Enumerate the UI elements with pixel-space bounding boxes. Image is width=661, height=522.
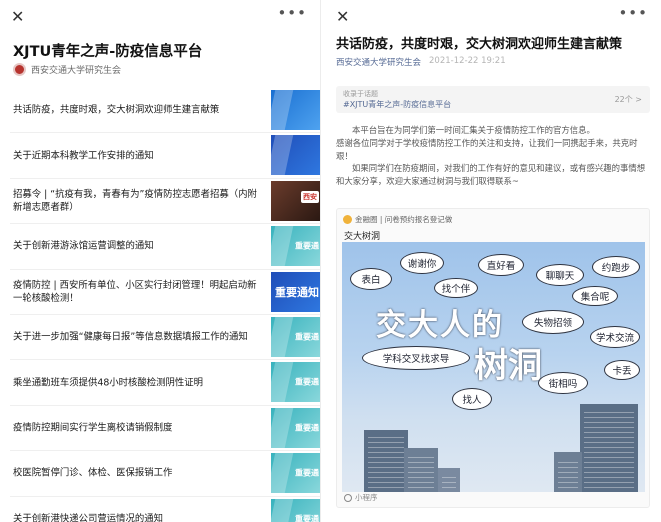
left-topbar: ✕ ••• [0,0,320,34]
thumb-label: 重要通 [295,423,319,433]
building-shape [580,404,638,492]
mini-program-icon [344,493,352,502]
poster-bubble: 集合呢 [572,286,618,306]
list-item-title: 乘坐通勤班车须提供48小时核酸检测阴性证明 [13,377,204,389]
list-item-title: 关于创新港游泳馆运营调整的通知 [13,240,154,252]
building-shape [364,430,408,492]
album-title: XJTU青年之声-防疫信息平台 [13,44,203,60]
list-item[interactable]: 招募令 | “抗疫有我，青春有为”疫情防控志愿者招募（内附新增志愿者群） 西安 [10,179,320,225]
list-item[interactable]: 关于进一步加强“健康每日报”等信息数据填报工作的通知 重要通 [10,315,320,361]
list-item-title: 关于创新港快递公司营运情况的通知 [13,513,164,522]
list-item-thumbnail: 重要通 [271,498,320,522]
list-item-thumbnail: 西安 [271,180,320,221]
list-item-title: 共话防疫，共度时艰，交大树洞欢迎师生建言献策 [13,104,220,116]
album-panel: ✕ ••• XJTU青年之声-防疫信息平台 西安交通大学研究生会 共话防疫，共度… [0,0,321,522]
list-item[interactable]: 疫情防控 | 西安所有单位、小区实行封闭管理！明起启动新一轮核酸检测！ 重要通知 [10,270,320,315]
poster-headline: 树洞 [474,346,542,386]
list-item-thumbnail: 重要通 [271,316,320,357]
article-paragraph: 本平台旨在为同学们第一时间汇集关于疫情防控工作的官方信息。 感谢各位同学对于学校… [336,124,650,163]
close-icon[interactable]: ✕ [336,7,349,26]
poster-bubble: 卡丢 [604,360,640,380]
building-shape [438,468,460,492]
thumb-label: 重要通 [295,514,319,522]
list-item[interactable]: 关于近期本科教学工作安排的通知 [10,133,320,179]
poster-bubble: 找个伴 [434,278,478,298]
poster-bubble: 学术交流 [590,326,640,348]
list-item-title: 疫情防控 | 西安所有单位、小区实行封闭管理！明起启动新一轮核酸检测！ [13,279,257,304]
thumb-label: 重要通 [295,468,319,478]
article-list: 共话防疫，共度时艰，交大树洞欢迎师生建言献策 关于近期本科教学工作安排的通知 招… [0,88,320,522]
thumb-label: 重要通 [295,241,319,251]
list-item-title: 招募令 | “抗疫有我，青春有为”疫情防控志愿者招募（内附新增志愿者群） [13,188,257,213]
card-title: 交大树洞 [344,232,381,242]
poster-bubble: 找人 [452,388,492,410]
list-item-thumbnail [271,90,320,130]
thumb-label: 重要通知 [275,285,319,299]
list-item-title: 校医院暂停门诊、体检、医保报销工作 [13,467,173,479]
article-title: 共话防疫，共度时艰，交大树洞欢迎师生建言献策 [336,37,623,52]
article-date: 2021-12-22 19:21 [429,56,506,66]
close-icon[interactable]: ✕ [11,7,24,26]
poster-bubble: 直好看 [478,254,524,276]
poster-bubble: 表白 [350,268,392,290]
card-poster: 表白 谢谢你 直好看 聊聊天 约跑步 找个伴 集合呢 失物招领 学术交流 学科交… [342,242,645,492]
topic-count: 22个 > [614,95,642,104]
list-item-title: 关于近期本科教学工作安排的通知 [13,150,154,162]
publisher[interactable]: 西安交通大学研究生会 [13,61,121,77]
paragraph-line: 本平台旨在为同学们第一时间汇集关于疫情防控工作的官方信息。 [352,125,595,135]
list-item[interactable]: 关于创新港快递公司营运情况的通知 重要通 [10,497,320,522]
list-item-title: 疫情防控期间实行学生离校请销假制度 [13,422,173,434]
list-item[interactable]: 校医院暂停门诊、体检、医保报销工作 重要通 [10,451,320,497]
list-item[interactable]: 关于创新港游泳馆运营调整的通知 重要通 [10,224,320,270]
more-icon[interactable]: ••• [277,4,307,22]
building-shape [554,452,582,492]
publisher-avatar-icon [13,62,26,76]
list-item-thumbnail: 重要通 [271,226,320,267]
poster-bubble: 失物招领 [522,310,584,334]
list-item-title: 关于进一步加强“健康每日报”等信息数据填报工作的通知 [13,331,248,343]
topic-name: #XJTU青年之声-防疫信息平台 [343,100,452,109]
publisher-name: 西安交通大学研究生会 [31,65,122,76]
topic-label: 收录于话题 [343,90,378,98]
list-item[interactable]: 乘坐通勤班车须提供48小时核酸检测阴性证明 重要通 [10,360,320,406]
thumb-label: 西安 [301,190,319,203]
list-item[interactable]: 疫情防控期间实行学生离校请销假制度 重要通 [10,406,320,452]
list-item-thumbnail: 重要通 [271,407,320,448]
paragraph-line: 感谢各位同学对于学校疫情防控工作的关注和支持，让我们一同携起手来，共克时艰！ [336,138,638,161]
source-logo-icon [343,215,352,224]
list-item-thumbnail: 重要通 [271,453,320,494]
poster-bubble: 约跑步 [592,256,640,278]
article-panel: ✕ ••• 共话防疫，共度时艰，交大树洞欢迎师生建言献策 西安交通大学研究生会 … [325,0,661,522]
card-source-text: 金融圈 | 问卷预约报名登记做 [355,215,453,224]
list-item-thumbnail: 重要通 [271,362,320,403]
mini-program-card[interactable]: 金融圈 | 问卷预约报名登记做 交大树洞 表白 谢谢你 直好看 聊聊天 约跑步 … [336,208,650,508]
more-icon[interactable]: ••• [618,4,648,22]
thumb-label: 重要通 [295,332,319,342]
article-author[interactable]: 西安交通大学研究生会 [336,56,421,68]
article-meta: 西安交通大学研究生会 2021-12-22 19:21 [336,56,506,68]
poster-bubble: 学科交叉找求导 [362,346,470,370]
poster-bubble: 街相吗 [538,372,588,394]
list-item-thumbnail [271,135,320,176]
poster-bubble: 谢谢你 [400,252,444,274]
mini-program-label: 小程序 [344,492,378,503]
article-paragraph: 如果同学们在防疫期间，对我们的工作有好的意见和建议，或有感兴趣的事情想和大家分享… [336,163,646,186]
card-source: 金融圈 | 问卷预约报名登记做 [343,214,452,225]
mini-program-text: 小程序 [355,493,378,502]
building-shape [404,448,438,492]
poster-bubble: 聊聊天 [536,264,584,286]
thumb-label: 重要通 [295,377,319,387]
list-item-thumbnail: 重要通知 [271,271,320,312]
list-item[interactable]: 共话防疫，共度时艰，交大树洞欢迎师生建言献策 [10,88,320,134]
topic-collection[interactable]: 收录于话题 #XJTU青年之声-防疫信息平台 22个 > [336,86,650,113]
